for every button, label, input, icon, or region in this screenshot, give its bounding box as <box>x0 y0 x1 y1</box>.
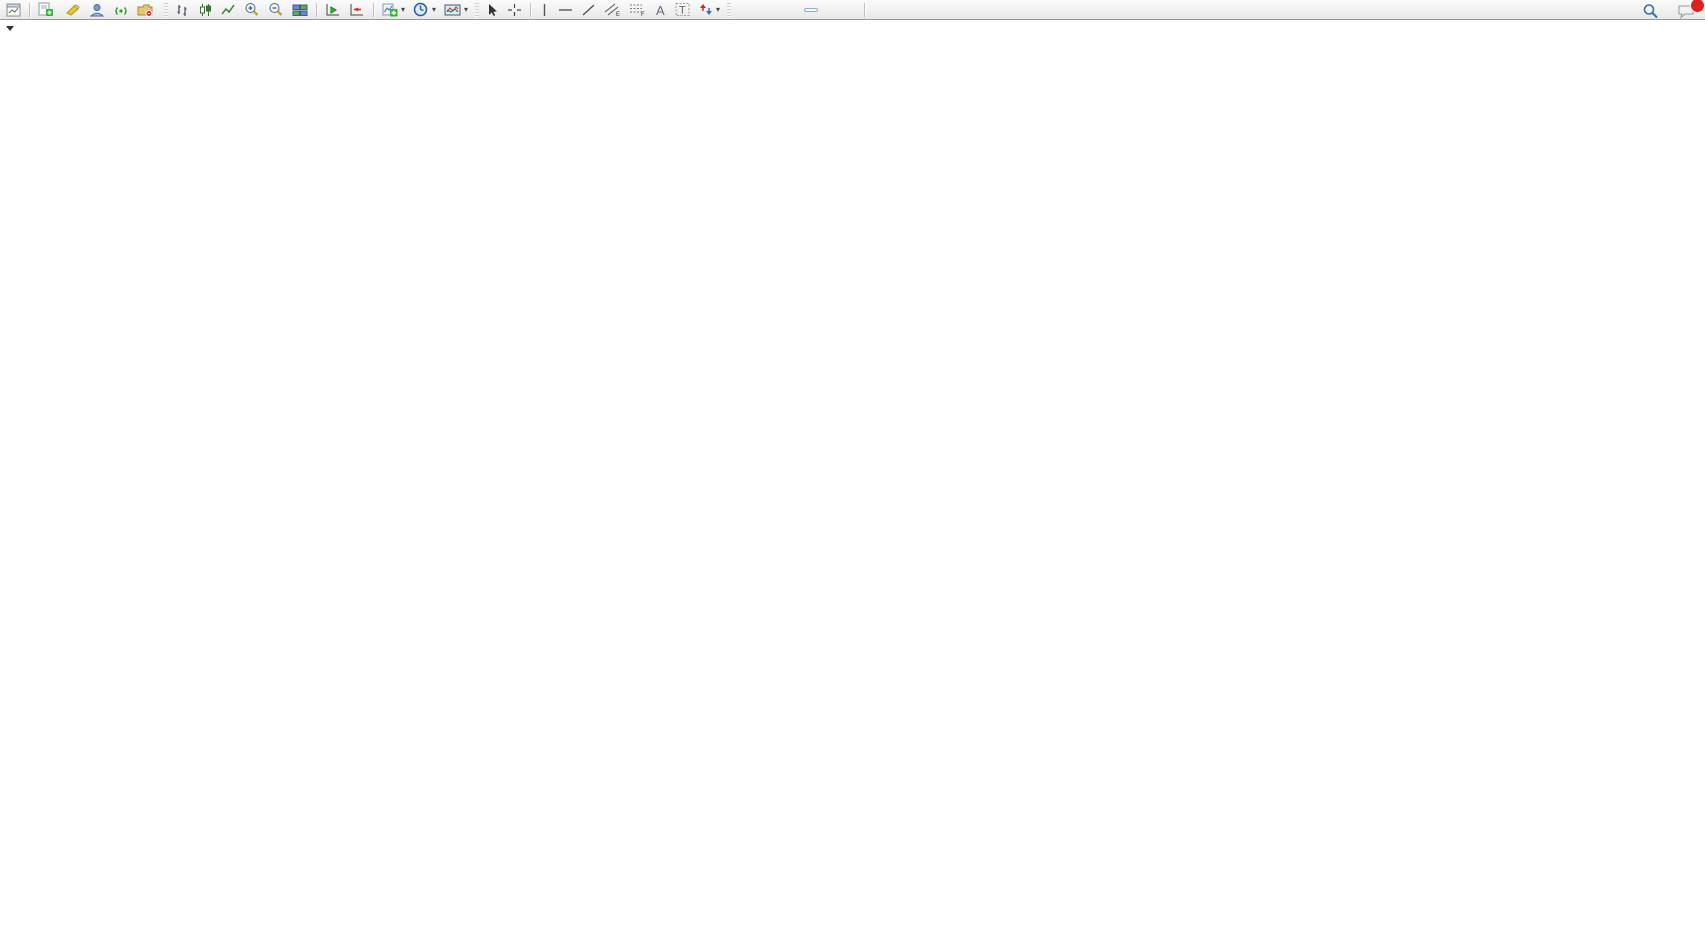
svg-text:F: F <box>641 12 645 17</box>
dropdown-caret-icon: ▾ <box>716 6 720 14</box>
trendline-button[interactable] <box>577 0 600 20</box>
equidistant-channel-icon: E <box>604 2 621 17</box>
chart-shift-button[interactable] <box>345 0 369 20</box>
accounts-button[interactable] <box>85 0 109 20</box>
chart-canvas[interactable] <box>0 20 1705 939</box>
chart-shift-icon <box>349 3 365 17</box>
macd-indicator-label <box>6 632 11 644</box>
separator <box>29 3 30 17</box>
zoom-in-button[interactable] <box>240 0 264 20</box>
new-order-icon <box>38 2 54 17</box>
zoom-out-icon <box>268 2 284 17</box>
indicators-button[interactable]: ▾ <box>378 0 409 20</box>
timeframe-m5-button[interactable] <box>748 8 762 12</box>
periods-clock-icon <box>413 2 429 17</box>
toolbar-grip <box>164 3 168 17</box>
arrows-button[interactable]: ▾ <box>695 0 724 20</box>
trendline-icon <box>581 3 596 17</box>
search-button[interactable] <box>1638 1 1663 21</box>
timeframe-mn-button[interactable] <box>846 8 860 12</box>
dropdown-caret-icon: ▾ <box>464 6 468 14</box>
text-button[interactable]: A <box>650 0 671 20</box>
candlestick-chart-icon <box>198 3 213 17</box>
bar-chart-icon <box>175 3 190 17</box>
candlestick-chart-button[interactable] <box>194 0 217 20</box>
equidistant-channel-button[interactable]: E <box>600 0 625 20</box>
bar-chart-button[interactable] <box>171 0 194 20</box>
toolbar-grip <box>727 3 731 17</box>
chart-window-icon <box>6 3 21 17</box>
separator <box>373 3 374 17</box>
separator <box>530 3 531 17</box>
line-chart-icon <box>221 3 236 17</box>
timeframe-m1-button[interactable] <box>734 8 748 12</box>
periods-button[interactable]: ▾ <box>409 0 440 20</box>
timeframe-w1-button[interactable] <box>832 8 846 12</box>
vertical-line-icon <box>539 3 550 17</box>
templates-icon <box>444 3 461 17</box>
text-label-button[interactable]: T <box>671 0 695 20</box>
chart-area[interactable] <box>0 20 1705 939</box>
toolbar-grip <box>475 3 479 17</box>
tile-windows-icon <box>292 3 308 17</box>
search-icon <box>1642 3 1659 19</box>
templates-button[interactable]: ▾ <box>440 0 472 20</box>
svg-text:A: A <box>656 3 665 17</box>
chart-menu-collapse-icon[interactable] <box>6 26 14 31</box>
signal-button[interactable] <box>109 0 133 20</box>
svg-text:E: E <box>616 12 620 17</box>
timeframe-h4-button[interactable] <box>804 8 818 12</box>
vertical-line-button[interactable] <box>535 0 554 20</box>
rsi-indicator-label <box>6 787 11 799</box>
zoom-out-button[interactable] <box>264 0 288 20</box>
crosshair-button[interactable] <box>503 0 526 20</box>
cursor-icon <box>486 3 499 17</box>
auto-scroll-button[interactable] <box>321 0 345 20</box>
zoom-in-icon <box>244 2 260 17</box>
mt4-window: { "toolbar": { "new_order_label": "新订单",… <box>0 0 1705 939</box>
dropdown-caret-icon: ▾ <box>401 6 405 14</box>
horizontal-line-button[interactable] <box>554 0 577 20</box>
profile-icon <box>89 3 105 17</box>
timeframe-h1-button[interactable] <box>790 8 804 12</box>
main-toolbar: ▾ ▾ ▾ E F A T ▾ <box>0 0 1705 20</box>
svg-text:T: T <box>679 5 686 17</box>
dropdown-caret-icon: ▾ <box>432 6 436 14</box>
notification-badge <box>1690 0 1705 13</box>
add-indicator-icon <box>382 2 398 17</box>
separator <box>316 3 317 17</box>
chart-window-button[interactable] <box>2 0 25 20</box>
autotrade-icon <box>137 3 154 17</box>
text-label-icon: T <box>675 2 691 17</box>
signal-icon <box>113 3 129 17</box>
line-chart-button[interactable] <box>217 0 240 20</box>
chart-header <box>6 26 26 31</box>
timeframe-m30-button[interactable] <box>776 8 790 12</box>
fibonacci-icon: F <box>629 2 646 17</box>
timeframe-d1-button[interactable] <box>818 8 832 12</box>
new-order-button[interactable] <box>34 0 61 20</box>
fibonacci-button[interactable]: F <box>625 0 650 20</box>
autotrade-button[interactable] <box>133 0 161 20</box>
crosshair-icon <box>507 3 522 17</box>
separator <box>864 3 865 17</box>
notifications-button[interactable] <box>1673 1 1699 21</box>
text-a-icon: A <box>654 3 667 17</box>
broom-icon <box>65 3 81 17</box>
tile-windows-button[interactable] <box>288 0 312 20</box>
timeframe-m15-button[interactable] <box>762 8 776 12</box>
cursor-button[interactable] <box>482 0 503 20</box>
horizontal-line-icon <box>558 3 573 17</box>
arrows-icon <box>699 2 713 17</box>
market-watch-button[interactable] <box>61 0 85 20</box>
auto-scroll-icon <box>325 3 341 17</box>
